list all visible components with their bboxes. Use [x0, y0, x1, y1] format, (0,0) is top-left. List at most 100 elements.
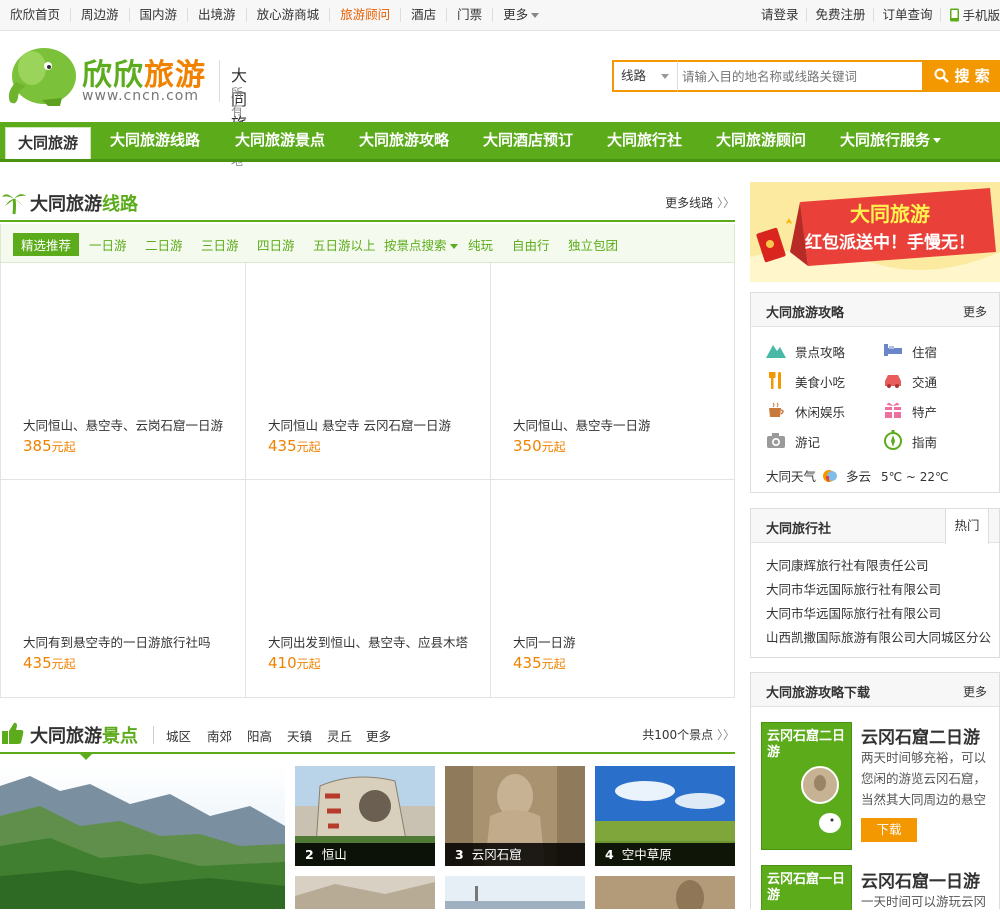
route-price: 435元起	[268, 437, 321, 455]
top-link-nearby[interactable]: 周边游	[71, 8, 130, 22]
banner-subtitle: 红包派送中！手慢无！	[805, 233, 975, 253]
brand-url: www.cncn.com	[82, 88, 200, 104]
guide-download-title[interactable]: 云冈石窟二日游	[861, 723, 980, 748]
tab-pure-tour[interactable]: 纯玩	[468, 235, 493, 254]
tab-three-day[interactable]: 三日游	[201, 235, 239, 254]
top-link-home[interactable]: 欣欣首页	[0, 8, 72, 22]
top-link-advisor[interactable]: 旅游顾问	[330, 8, 402, 22]
search-input[interactable]	[678, 60, 924, 92]
site-logo[interactable]: 欣欣旅游 www.cncn.com	[2, 36, 212, 108]
scenic-filter-lingqiu[interactable]: 灵丘	[327, 726, 352, 745]
scenic-caption: 3 云冈石窟	[445, 843, 585, 866]
route-name[interactable]: 大同出发到恒山、悬空寺、应县木塔	[268, 632, 468, 651]
login-link[interactable]: 请登录	[753, 8, 808, 22]
nav-scenic[interactable]: 大同旅游景点	[235, 122, 325, 159]
scenic-filter-downtown[interactable]: 城区	[166, 726, 191, 745]
download-box: 大同旅游攻略下载 更多 云冈石窟二日游 云冈石窟二日游 两天时间够充裕，可以您闲…	[750, 672, 1000, 910]
top-links-right: 请登录 免费注册 订单查询 手机版	[753, 0, 1000, 30]
chevron-down-icon	[933, 138, 942, 143]
scenic-filter-south[interactable]: 南郊	[207, 726, 232, 745]
route-name[interactable]: 大同恒山 悬空寺 云冈石窟一日游	[268, 415, 451, 434]
nav-agencies[interactable]: 大同旅行社	[607, 122, 682, 159]
elephant-logo-icon	[8, 48, 76, 106]
city-selector[interactable]: 大同旅游 所有目的地	[219, 60, 247, 168]
agency-link[interactable]: 大同康辉旅行社有限责任公司	[766, 555, 929, 574]
mobile-link[interactable]: 手机版	[941, 8, 1000, 23]
route-card[interactable]: 大同有到悬空寺的一日游旅行社吗 435元起	[1, 480, 246, 697]
nav-advisors[interactable]: 大同旅游顾问	[716, 122, 806, 159]
scenic-thumb[interactable]: 3 云冈石窟	[445, 766, 585, 866]
palm-tree-icon	[2, 194, 26, 215]
scenic-total-link[interactable]: 共100个景点 〉〉	[642, 726, 735, 743]
nav-services[interactable]: 大同旅行服务	[840, 122, 942, 159]
red-packet-banner[interactable]: 大同旅游 红包派送中！手慢无！	[750, 182, 1000, 282]
scenic-filter-tianzhen[interactable]: 天镇	[287, 726, 312, 745]
route-name[interactable]: 大同恒山、悬空寺、云岗石窟一日游	[23, 415, 223, 434]
tab-popular[interactable]: 热门	[945, 509, 989, 544]
scenic-filter-yanggao[interactable]: 阳高	[247, 726, 272, 745]
register-link[interactable]: 免费注册	[807, 8, 875, 22]
more-routes-link[interactable]: 更多线路 〉〉	[665, 194, 735, 211]
top-link-mall[interactable]: 放心游商城	[247, 8, 331, 22]
tab-five-plus-day[interactable]: 五日游以上	[313, 235, 376, 254]
download-button[interactable]: 下载	[861, 818, 917, 842]
top-link-tickets[interactable]: 门票	[447, 8, 494, 22]
route-card[interactable]: 大同出发到恒山、悬空寺、应县木塔 410元起	[246, 480, 491, 697]
search-type-select[interactable]: 线路	[612, 60, 678, 92]
route-card[interactable]: 大同恒山、悬空寺、云岗石窟一日游 385元起	[1, 263, 246, 480]
download-more-link[interactable]: 更多	[963, 683, 987, 700]
main-nav: 大同旅游 大同旅游线路 大同旅游景点 大同旅游攻略 大同酒店预订 大同旅行社 大…	[0, 122, 1000, 162]
tab-self-guided[interactable]: 自由行	[512, 235, 550, 254]
gift-icon	[885, 402, 901, 418]
route-price: 435元起	[23, 654, 76, 672]
top-link-hotel[interactable]: 酒店	[401, 8, 448, 22]
route-card[interactable]: 大同恒山 悬空寺 云冈石窟一日游 435元起	[246, 263, 491, 480]
nav-routes[interactable]: 大同旅游线路	[110, 122, 200, 159]
agency-link[interactable]: 山西凯撒国际旅游有限公司大同城区分公	[766, 627, 991, 646]
scenic-thumb[interactable]	[295, 876, 435, 909]
agency-link[interactable]: 大同市华远国际旅行社有限公司	[766, 603, 941, 622]
chevron-down-icon	[661, 74, 669, 79]
guide-box-header: 大同旅游攻略 更多	[751, 293, 999, 327]
agency-link[interactable]: 大同市华远国际旅行社有限公司	[766, 579, 941, 598]
tab-four-day[interactable]: 四日游	[257, 235, 295, 254]
guide-box: 大同旅游攻略 更多 景点攻略 住宿 美食小吃 交通 休闲娱乐 特产 游记 指南 …	[750, 292, 1000, 493]
guide-more-link[interactable]: 更多	[963, 303, 987, 320]
double-chevron-right-icon: 〉〉	[716, 196, 735, 210]
tab-private-group[interactable]: 独立包团	[568, 235, 618, 254]
scenic-thumb[interactable]: 4 空中草原	[595, 766, 735, 866]
tab-one-day[interactable]: 一日游	[89, 235, 127, 254]
chevron-down-icon	[531, 13, 540, 18]
route-card[interactable]: 大同一日游 435元起	[491, 480, 735, 697]
scenic-thumb[interactable]: 2 恒山	[295, 766, 435, 866]
route-name[interactable]: 大同恒山、悬空寺一日游	[513, 415, 651, 434]
route-name[interactable]: 大同有到悬空寺的一日游旅行社吗	[23, 632, 211, 651]
scenic-thumb[interactable]	[445, 876, 585, 909]
top-link-domestic[interactable]: 国内游	[130, 8, 189, 22]
camera-icon	[767, 433, 785, 448]
guide-cover[interactable]: 云冈石窟一日游	[761, 865, 852, 910]
search-button[interactable]: 搜 索	[924, 60, 1000, 92]
nav-guides[interactable]: 大同旅游攻略	[359, 122, 449, 159]
top-link-more[interactable]: 更多	[493, 8, 549, 22]
coffee-cup-icon	[769, 402, 784, 417]
search-icon	[934, 68, 950, 83]
order-query-link[interactable]: 订单查询	[874, 8, 942, 22]
route-card[interactable]: 大同恒山、悬空寺一日游 350元起	[491, 263, 735, 480]
tab-two-day[interactable]: 二日游	[145, 235, 183, 254]
tab-by-scenic[interactable]: 按景点搜索	[384, 235, 458, 254]
scenic-filter-more[interactable]: 更多	[366, 726, 391, 745]
scenic-thumb[interactable]	[595, 876, 735, 909]
route-grid: 大同恒山、悬空寺、云岗石窟一日游 385元起 大同恒山 悬空寺 云冈石窟一日游 …	[0, 263, 735, 698]
tab-featured[interactable]: 精选推荐	[13, 233, 80, 256]
route-name[interactable]: 大同一日游	[513, 632, 576, 651]
nav-hotels[interactable]: 大同酒店预订	[483, 122, 573, 159]
elephant-mascot-icon	[819, 813, 841, 833]
routes-title: 大同旅游线路	[30, 194, 138, 215]
download-box-header: 大同旅游攻略下载 更多	[751, 673, 999, 707]
top-link-outbound[interactable]: 出境游	[188, 8, 247, 22]
guide-download-title[interactable]: 云冈石窟一日游	[861, 867, 980, 892]
guide-cover[interactable]: 云冈石窟二日游	[761, 722, 852, 850]
nav-home[interactable]: 大同旅游	[5, 127, 92, 159]
featured-scenic-image[interactable]	[0, 766, 285, 909]
